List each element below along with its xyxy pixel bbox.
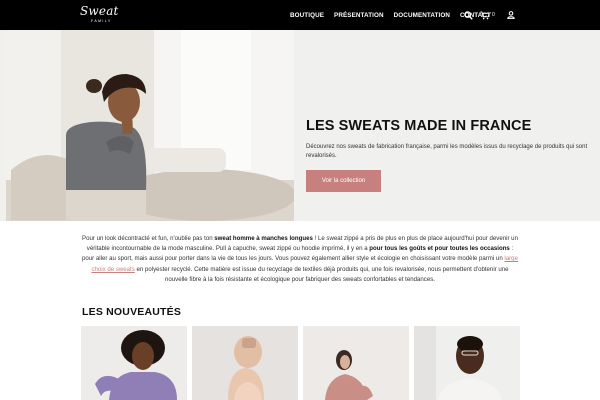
intro-text-4: en polyester recyclé. Cette matière est …	[134, 265, 509, 283]
nav-item-presentation[interactable]: PRÉSENTATION	[334, 12, 384, 19]
product-card[interactable]	[81, 326, 187, 400]
new-arrivals-grid	[81, 326, 521, 400]
search-icon[interactable]	[462, 9, 474, 21]
cart-count-badge: 0	[492, 12, 495, 18]
hero-description: Découvrez nos sweats de fabrication fran…	[306, 144, 588, 159]
brand-logo-name: Sweat	[80, 4, 119, 18]
view-collection-button[interactable]: Voir la collection	[306, 170, 381, 192]
brand-logo[interactable]: Sweat FAMILY	[80, 4, 120, 26]
product-card[interactable]	[414, 326, 520, 400]
intro-paragraph: Pour un look décontracté et fun, n'oubli…	[80, 234, 520, 285]
brand-logo-sub: FAMILY	[91, 19, 112, 23]
hero-banner: LES SWEATS MADE IN FRANCE Découvrez nos …	[0, 30, 600, 221]
product-card[interactable]	[192, 326, 298, 400]
product-card[interactable]	[303, 326, 409, 400]
user-icon[interactable]	[505, 9, 517, 21]
cart-icon[interactable]	[479, 9, 491, 21]
top-navigation-bar: Sweat FAMILY BOUTIQUE PRÉSENTATION DOCUM…	[0, 0, 600, 30]
hero-image	[6, 30, 294, 221]
nav-item-documentation[interactable]: DOCUMENTATION	[394, 12, 450, 19]
nav-item-boutique[interactable]: BOUTIQUE	[290, 12, 324, 19]
intro-bold-1: sweat homme à manches longues	[214, 235, 313, 242]
intro-bold-2: pour tous les goûts et pour toutes les o…	[369, 245, 510, 253]
hero-title: LES SWEATS MADE IN FRANCE	[306, 118, 532, 134]
new-arrivals-title: LES NOUVEAUTÉS	[82, 306, 182, 318]
header-icons: 0	[462, 0, 522, 30]
intro-text-1: Pour un look décontracté et fun, n'oubli…	[82, 235, 215, 242]
